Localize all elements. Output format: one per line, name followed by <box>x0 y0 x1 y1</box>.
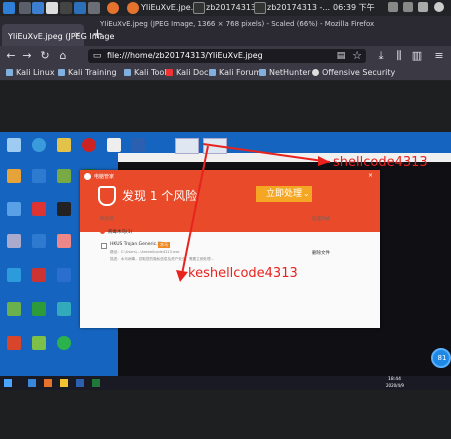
firefox-icon <box>127 2 139 14</box>
reload-icon[interactable]: ↻ <box>38 49 52 63</box>
bookmark-label: Kali Training <box>68 68 117 77</box>
bookmark-label: Kali Docs <box>176 68 213 77</box>
workspace-1-button[interactable] <box>19 2 31 14</box>
terminal-icon <box>193 2 205 14</box>
downloads-icon[interactable]: ⤓ <box>374 49 388 63</box>
close-tab-icon[interactable]: × <box>74 30 81 39</box>
kali-menu-icon[interactable] <box>3 2 15 14</box>
forward-icon[interactable]: → <box>20 49 34 63</box>
kali-dragon-icon <box>58 69 65 76</box>
bookmark-kali-forums[interactable]: Kali Forums <box>209 66 266 80</box>
bookmark-kali-linux[interactable]: Kali Linux <box>6 66 55 80</box>
reader-mode-icon[interactable]: ▤ <box>334 49 348 63</box>
volume-icon[interactable] <box>403 2 413 12</box>
new-tab-button[interactable]: + <box>92 27 103 43</box>
bookmark-star-icon[interactable]: ☆ <box>350 49 364 63</box>
speed-ball-value: 81 <box>437 354 447 362</box>
home-icon[interactable]: ⌂ <box>56 49 70 63</box>
library-icon[interactable]: ⫼ <box>392 49 406 63</box>
annotation-arrows <box>176 143 331 282</box>
bookmark-kali-tools[interactable]: Kali Tools <box>124 66 171 80</box>
displayed-screenshot-image[interactable]: 电脑管家 × 发现 1 个风险 立即处理 ⌄ 风险项 处理方式 病毒木马(1) … <box>0 132 451 390</box>
terminal-icon <box>254 2 266 14</box>
arrow-line-to-shellcode <box>202 143 331 163</box>
offsec-icon <box>312 69 319 76</box>
firefox-icon[interactable] <box>107 2 119 14</box>
bookmark-kali-docs[interactable]: Kali Docs <box>166 66 213 80</box>
annotation-keshellcode4313: keshellcode4313 <box>188 266 298 281</box>
panel-task-terminal-2[interactable]: zb20174313 -... <box>267 2 330 14</box>
taskbar-app-icon <box>92 379 100 387</box>
taskbar-date: 2020/4/9 <box>386 383 404 388</box>
lock-icon[interactable] <box>418 2 428 12</box>
workspace-2-button[interactable] <box>32 2 44 14</box>
power-icon[interactable] <box>434 2 444 12</box>
bookmark-label: Offensive Security <box>322 68 396 77</box>
taskbar-app-icon <box>60 379 68 387</box>
bookmark-offensive-security[interactable]: Offensive Security <box>312 66 395 80</box>
top-panel: YIiEuXvE.jpe... zb20174313... zb20174313… <box>0 0 451 17</box>
kali-dragon-icon <box>6 69 13 76</box>
menu-icon[interactable]: ≡ <box>432 49 446 63</box>
back-icon[interactable]: ← <box>4 49 18 63</box>
arrow-head-keshellcode <box>176 270 188 282</box>
kali-dragon-icon <box>209 69 216 76</box>
bookmark-nethunter[interactable]: NetHunter <box>259 66 311 80</box>
taskbar-app-icon <box>28 379 36 387</box>
kali-dragon-icon <box>124 69 131 76</box>
bookmark-label: NetHunter <box>269 68 311 77</box>
annotation-shellcode4313: shellcode4313 <box>333 155 428 170</box>
taskbar-time: 18:44 <box>388 377 401 382</box>
nethunter-icon <box>259 69 266 76</box>
panel-clock[interactable]: 06:39 下午 <box>333 2 375 14</box>
workspace-6-button[interactable] <box>88 2 100 14</box>
kali-docs-icon <box>166 69 173 76</box>
panel-task-firefox[interactable]: YIiEuXvE.jpe... <box>141 2 198 14</box>
workspace-3-button[interactable] <box>46 2 58 14</box>
window-title: YIiEuXvE.jpeg (JPEG Image, 1366 × 768 pi… <box>100 20 375 28</box>
taskbar-app-icon <box>44 379 52 387</box>
page-info-icon[interactable]: ▭ <box>90 49 104 63</box>
browser-tab[interactable]: YIiEuXvE.jpeg (JPEG Image <box>2 24 114 46</box>
sidebar-icon[interactable]: ▥ <box>410 49 424 63</box>
workspace-4-button[interactable] <box>60 2 72 14</box>
windows-start-icon <box>4 379 12 387</box>
bookmark-label: Kali Linux <box>16 68 55 77</box>
workspace-5-button[interactable] <box>74 2 86 14</box>
arrow-line-to-keshellcode <box>181 145 209 275</box>
taskbar-app-icon <box>76 379 84 387</box>
url-text[interactable]: file:///home/zb20174313/YIiEuXvE.jpeg <box>107 49 263 63</box>
network-icon[interactable] <box>388 2 398 12</box>
bookmark-kali-training[interactable]: Kali Training <box>58 66 117 80</box>
